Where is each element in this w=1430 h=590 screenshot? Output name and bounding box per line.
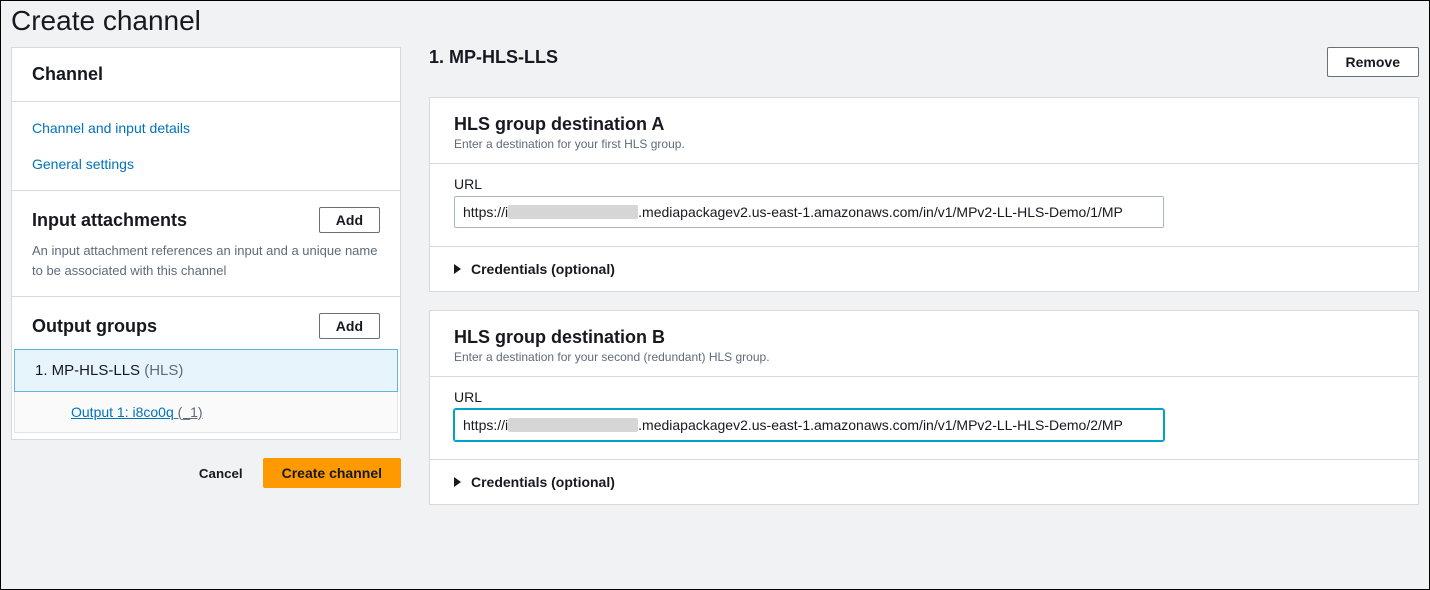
redacted-segment (508, 418, 638, 432)
create-channel-button[interactable]: Create channel (263, 458, 401, 488)
dest-a-desc: Enter a destination for your first HLS g… (454, 137, 1394, 151)
output-group-label: 1. MP-HLS-LLS (35, 362, 140, 379)
input-attachments-heading: Input attachments (32, 210, 187, 231)
sidebar: Channel Channel and input details Genera… (11, 47, 401, 488)
output-group-suffix: (HLS) (140, 362, 183, 379)
output-group-item[interactable]: 1. MP-HLS-LLS (HLS) (14, 349, 398, 392)
dest-a-credentials-toggle[interactable]: Credentials (optional) (430, 246, 1418, 291)
dest-a-title: HLS group destination A (454, 114, 1394, 135)
hls-destination-b-panel: HLS group destination B Enter a destinat… (429, 310, 1419, 505)
dest-b-url-input[interactable]: https://i.mediapackagev2.us-east-1.amazo… (454, 409, 1164, 441)
dest-b-url-label: URL (454, 389, 1394, 405)
redacted-segment (508, 205, 638, 219)
main-heading: 1. MP-HLS-LLS (429, 47, 558, 68)
caret-right-icon (454, 477, 461, 487)
dest-a-credentials-label: Credentials (optional) (471, 261, 615, 277)
add-output-group-button[interactable]: Add (319, 313, 380, 339)
dest-a-url-input[interactable]: https://i.mediapackagev2.us-east-1.amazo… (454, 196, 1164, 228)
hls-destination-a-panel: HLS group destination A Enter a destinat… (429, 97, 1419, 292)
output-link[interactable]: Output 1: i8co0q (_1) (71, 404, 203, 420)
nav-channel-input-details[interactable]: Channel and input details (12, 102, 400, 146)
input-attachments-help: An input attachment references an input … (32, 241, 380, 280)
remove-button[interactable]: Remove (1327, 47, 1419, 77)
main-content: 1. MP-HLS-LLS Remove HLS group destinati… (401, 47, 1419, 523)
dest-b-credentials-toggle[interactable]: Credentials (optional) (430, 459, 1418, 504)
output-item[interactable]: Output 1: i8co0q (_1) (14, 392, 398, 433)
dest-b-credentials-label: Credentials (optional) (471, 474, 615, 490)
cancel-button[interactable]: Cancel (185, 458, 257, 488)
caret-right-icon (454, 264, 461, 274)
dest-b-desc: Enter a destination for your second (red… (454, 350, 1394, 364)
page-title: Create channel (11, 5, 1429, 37)
dest-b-title: HLS group destination B (454, 327, 1394, 348)
nav-general-settings[interactable]: General settings (12, 146, 400, 190)
sidebar-section-channel-title: Channel (12, 48, 400, 101)
output-groups-heading: Output groups (32, 316, 157, 337)
add-input-attachment-button[interactable]: Add (319, 207, 380, 233)
dest-a-url-label: URL (454, 176, 1394, 192)
